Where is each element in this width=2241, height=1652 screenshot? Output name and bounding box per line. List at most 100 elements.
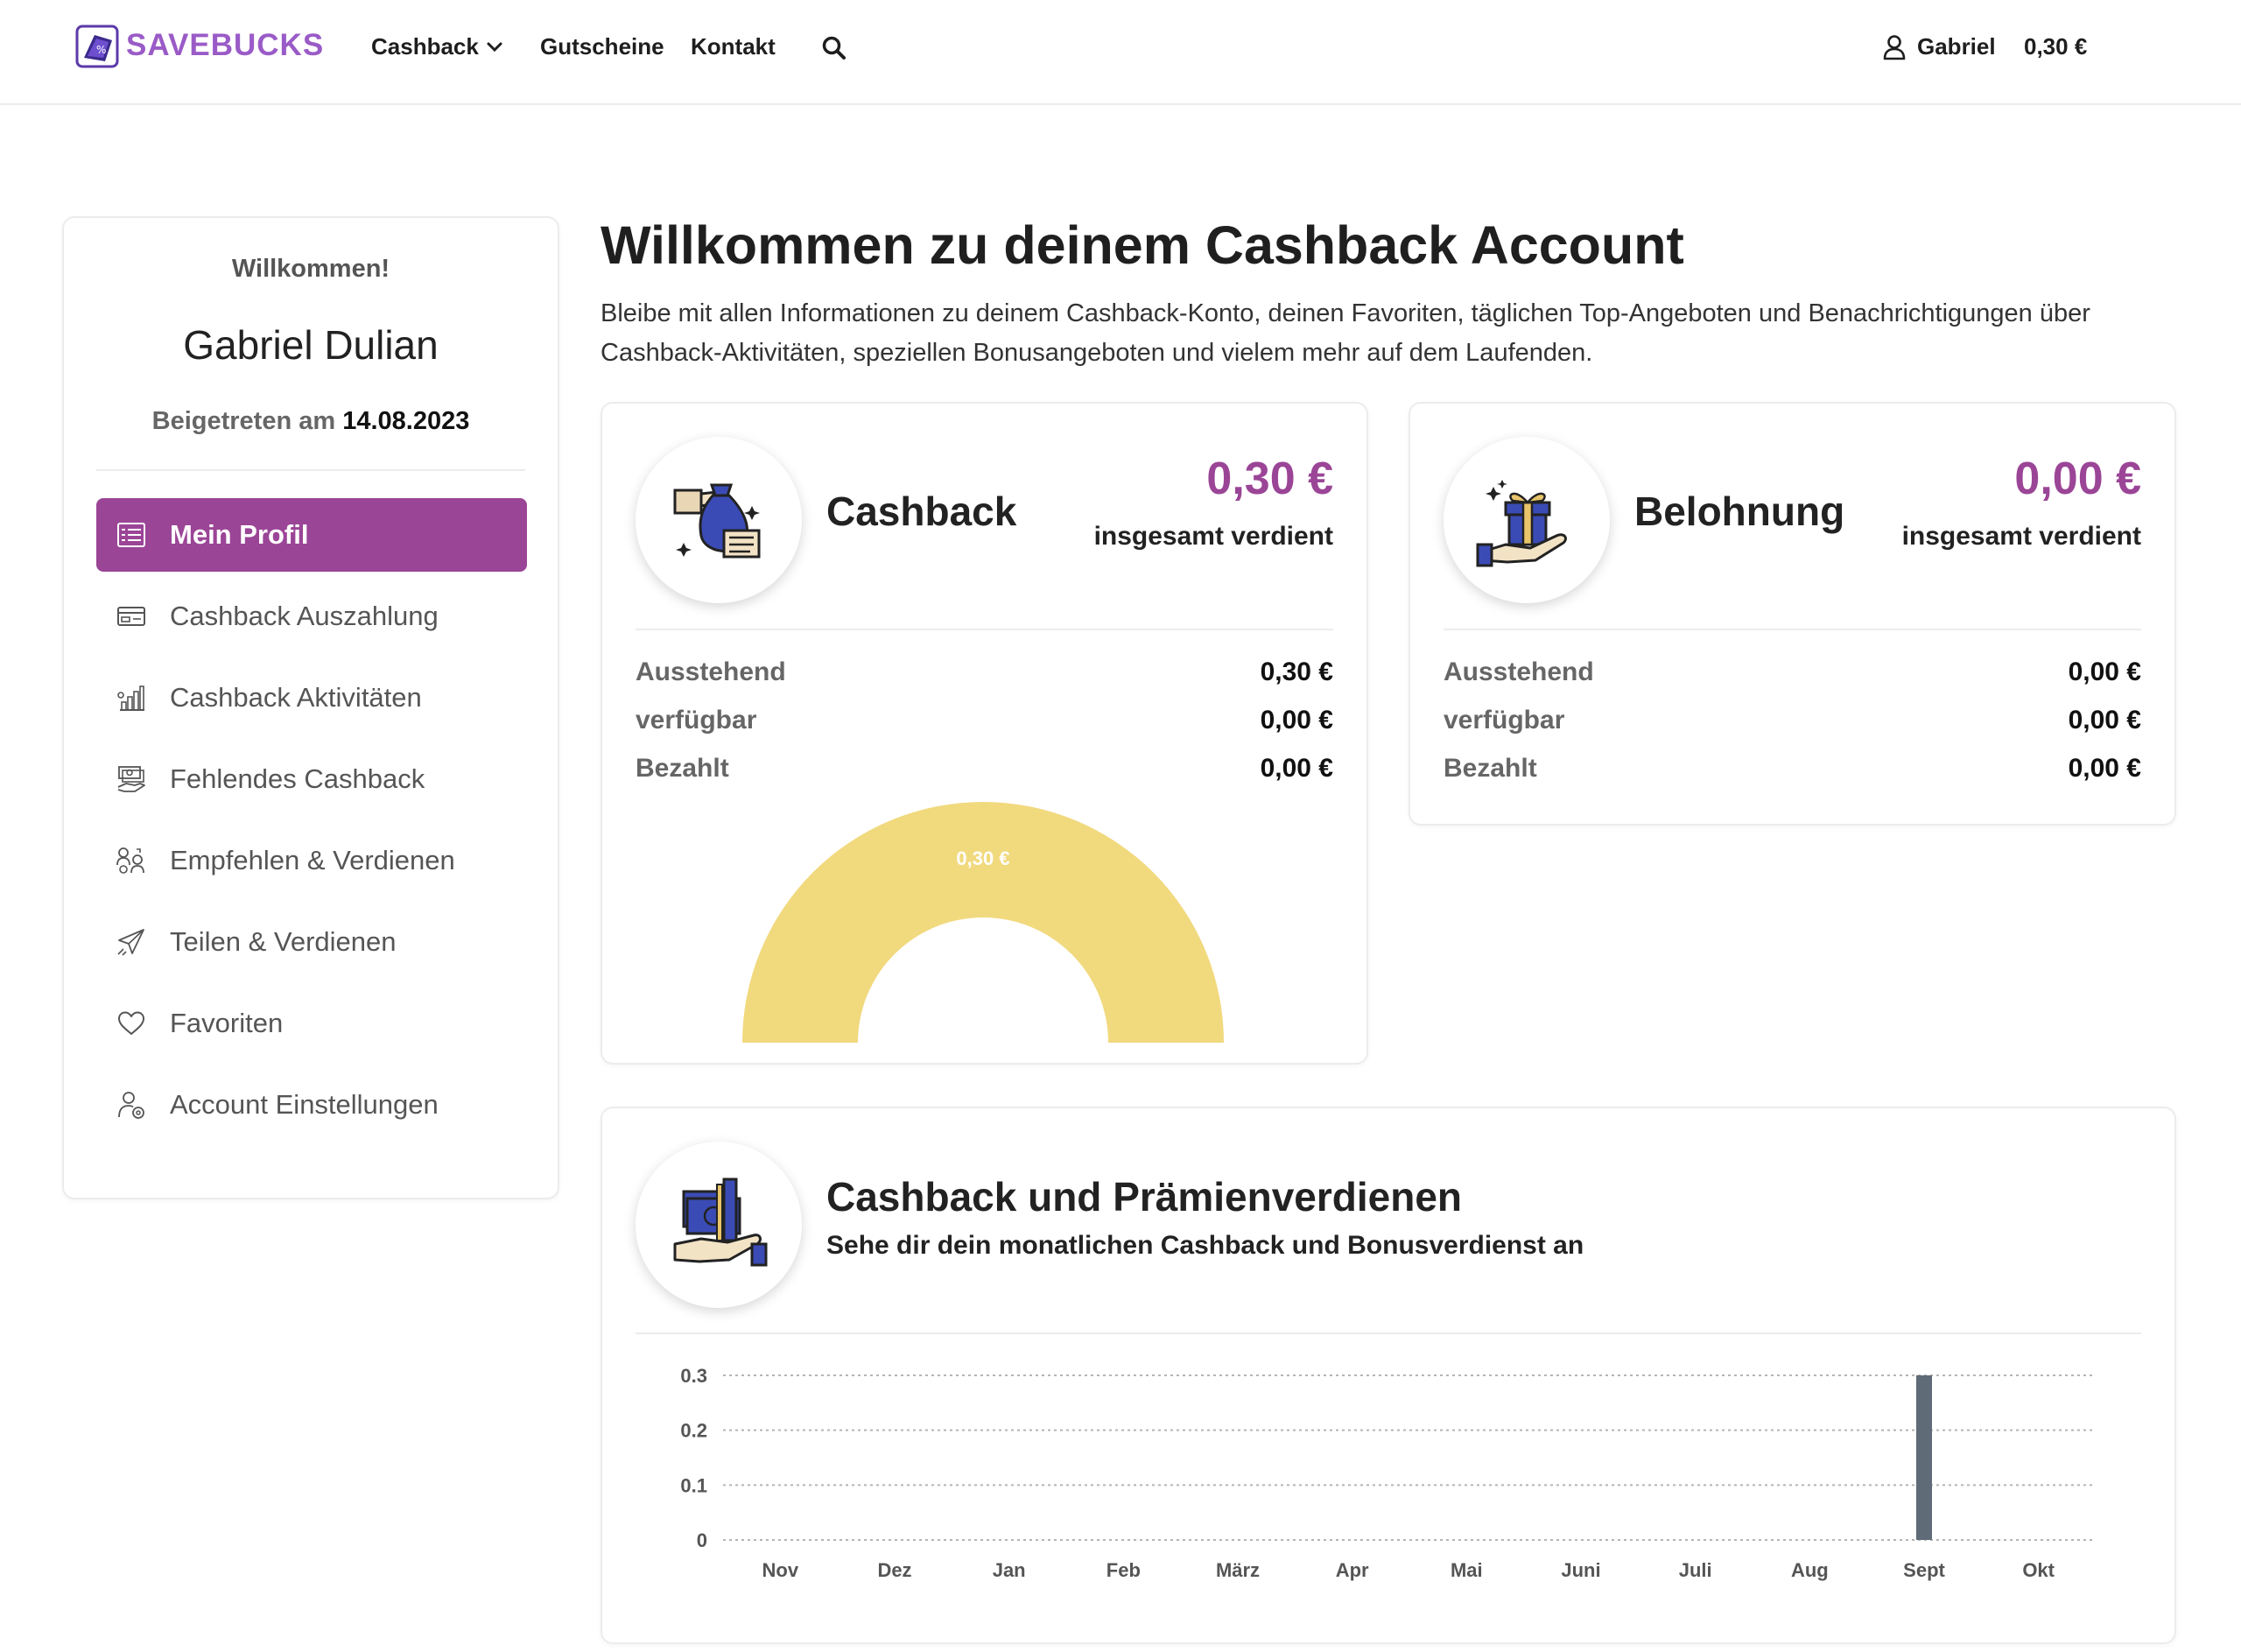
sidebar-welcome: Willkommen! bbox=[231, 255, 390, 283]
bar-sept[interactable] bbox=[1916, 1375, 1932, 1540]
y-tick-label: 0.3 bbox=[680, 1365, 707, 1387]
paper-plane-icon bbox=[116, 926, 147, 958]
money-bag-handshake-icon bbox=[673, 483, 761, 559]
sidebar-item-label: Account Einstellungen bbox=[170, 1089, 439, 1120]
x-tick-label: Feb bbox=[1106, 1559, 1141, 1581]
referral-people-icon bbox=[116, 845, 147, 876]
wallet-card-icon bbox=[116, 601, 147, 632]
belohnung-illustration bbox=[1444, 437, 1610, 603]
nav-kontakt-link[interactable]: Kontakt bbox=[691, 33, 776, 60]
cashback-row-bezahlt: Bezahlt 0,00 € bbox=[636, 754, 1333, 789]
x-tick-label: Dez bbox=[877, 1559, 911, 1581]
sidebar-item-label: Cashback Auszahlung bbox=[170, 601, 439, 631]
user-settings-icon bbox=[116, 1089, 147, 1121]
chart-card-title: Cashback und Prämienverdienen bbox=[826, 1174, 1463, 1220]
sidebar-divider bbox=[96, 469, 525, 471]
bar-growth-icon bbox=[116, 682, 147, 714]
joined-date-value: 14.08.2023 bbox=[342, 407, 470, 435]
belohnung-row-verfuegbar: verfügbar 0,00 € bbox=[1444, 706, 2141, 741]
money-hand-icon bbox=[116, 763, 147, 795]
page-description: Bleibe mit allen Informationen zu deinem… bbox=[601, 299, 2090, 367]
belohnung-card-divider bbox=[1444, 629, 2141, 630]
stat-label: Bezahlt bbox=[636, 754, 729, 783]
stat-label: Bezahlt bbox=[1444, 754, 1537, 783]
search-icon[interactable] bbox=[821, 35, 847, 66]
chevron-down-icon bbox=[487, 42, 502, 52]
x-tick-label: März bbox=[1216, 1559, 1260, 1581]
logo-text: SAVEBUCKS bbox=[126, 28, 325, 62]
y-tick-label: 0 bbox=[697, 1529, 707, 1551]
sidebar-menu: Mein Profil Cashback Auszahlung Cashback… bbox=[96, 498, 527, 1149]
page-title: Willkommen zu deinem Cashback Account bbox=[601, 215, 1684, 275]
sidebar-item-cashback-auszahlung[interactable]: Cashback Auszahlung bbox=[96, 580, 527, 653]
svg-text:%: % bbox=[96, 44, 106, 56]
top-navigation-bar: % SAVEBUCKS Cashback Gutscheine Kontakt … bbox=[0, 0, 2241, 105]
profile-list-icon bbox=[116, 519, 147, 551]
sidebar-item-label: Favoriten bbox=[170, 1008, 284, 1038]
belohnung-total-amount: 0,00 € bbox=[2014, 453, 2141, 504]
x-tick-label: Mai bbox=[1451, 1559, 1483, 1581]
sidebar-item-teilen-verdienen[interactable]: Teilen & Verdienen bbox=[96, 905, 527, 979]
belohnung-summary-card: Belohnung 0,00 € insgesamt verdient Auss… bbox=[1409, 402, 2176, 826]
profile-sidebar: Willkommen! Gabriel Dulian Beigetreten a… bbox=[62, 216, 559, 1199]
y-tick-label: 0.2 bbox=[680, 1420, 707, 1442]
cashback-total-caption: insgesamt verdient bbox=[1093, 522, 1333, 551]
nav-gutscheine-link[interactable]: Gutscheine bbox=[540, 33, 664, 60]
money-stack-hand-icon bbox=[673, 1177, 768, 1267]
savebucks-logo[interactable]: % SAVEBUCKS bbox=[75, 23, 324, 68]
cashback-card-title: Cashback bbox=[826, 489, 1017, 534]
belohnung-card-title: Belohnung bbox=[1634, 489, 1845, 534]
stat-label: verfügbar bbox=[636, 706, 757, 735]
x-tick-label: Apr bbox=[1336, 1559, 1369, 1581]
x-tick-label: Nov bbox=[762, 1559, 799, 1581]
cashback-card-divider bbox=[636, 629, 1333, 630]
earnings-chart-card: Cashback und Prämienverdienen Sehe dir d… bbox=[601, 1107, 2176, 1644]
joined-label: Beigetreten am bbox=[151, 407, 336, 435]
gauge-value-label: 0,30 € bbox=[956, 847, 1009, 869]
cashback-row-verfuegbar: verfügbar 0,00 € bbox=[636, 706, 1333, 741]
chart-card-divider bbox=[636, 1332, 2141, 1334]
stat-label: Ausstehend bbox=[636, 657, 786, 686]
sidebar-item-fehlendes-cashback[interactable]: Fehlendes Cashback bbox=[96, 742, 527, 816]
nav-cashback-dropdown[interactable]: Cashback bbox=[371, 33, 503, 60]
earnings-illustration bbox=[636, 1142, 802, 1308]
sidebar-item-label: Teilen & Verdienen bbox=[170, 926, 397, 957]
cashback-half-donut-chart: 0,30 € bbox=[742, 802, 1224, 1043]
x-tick-label: Aug bbox=[1791, 1559, 1829, 1581]
belohnung-row-bezahlt: Bezahlt 0,00 € bbox=[1444, 754, 2141, 789]
sidebar-item-mein-profil[interactable]: Mein Profil bbox=[96, 498, 527, 572]
header-balance[interactable]: 0,30 € bbox=[2024, 33, 2087, 60]
sidebar-item-cashback-aktivitaeten[interactable]: Cashback Aktivitäten bbox=[96, 661, 527, 735]
gift-hand-icon bbox=[1476, 480, 1567, 567]
stat-value: 0,00 € bbox=[2068, 706, 2141, 735]
stat-value: 0,00 € bbox=[2068, 754, 2141, 783]
nav-cashback-label: Cashback bbox=[371, 33, 479, 60]
cashback-illustration bbox=[636, 437, 802, 603]
gauge-arc bbox=[742, 802, 1224, 1043]
x-tick-label: Jan bbox=[993, 1559, 1026, 1581]
logo-mark-icon: % bbox=[75, 25, 119, 68]
cashback-summary-card: Cashback 0,30 € insgesamt verdient Ausst… bbox=[601, 402, 1368, 1065]
stat-value: 0,00 € bbox=[1260, 754, 1333, 783]
x-tick-label: Juli bbox=[1679, 1559, 1712, 1581]
heart-icon bbox=[116, 1008, 147, 1039]
belohnung-total-caption: insgesamt verdient bbox=[1901, 522, 2141, 551]
sidebar-item-label: Mein Profil bbox=[170, 519, 309, 550]
chart-card-subtitle: Sehe dir dein monatlichen Cashback und B… bbox=[826, 1231, 1584, 1260]
user-icon bbox=[1883, 34, 1906, 60]
x-tick-label: Sept bbox=[1903, 1559, 1945, 1581]
monthly-earnings-bar-chart: 0 0.1 0.2 0.3 Nov Dez Jan Feb März Apr Mai Juni Juli… bbox=[680, 1365, 2096, 1581]
cashback-row-ausstehend: Ausstehend 0,30 € bbox=[636, 657, 1333, 692]
y-tick-label: 0.1 bbox=[680, 1474, 707, 1496]
user-account-link[interactable]: Gabriel bbox=[1882, 33, 1996, 60]
cashback-total-amount: 0,30 € bbox=[1206, 453, 1333, 504]
sidebar-item-label: Empfehlen & Verdienen bbox=[170, 845, 455, 875]
stat-label: Ausstehend bbox=[1444, 657, 1594, 686]
sidebar-item-favoriten[interactable]: Favoriten bbox=[96, 987, 527, 1060]
stat-value: 0,00 € bbox=[2068, 657, 2141, 686]
sidebar-item-account-einstellungen[interactable]: Account Einstellungen bbox=[96, 1068, 527, 1142]
sidebar-item-label: Cashback Aktivitäten bbox=[170, 682, 422, 713]
stat-value: 0,30 € bbox=[1260, 657, 1333, 686]
x-tick-label: Okt bbox=[2022, 1559, 2055, 1581]
sidebar-item-empfehlen-verdienen[interactable]: Empfehlen & Verdienen bbox=[96, 824, 527, 897]
